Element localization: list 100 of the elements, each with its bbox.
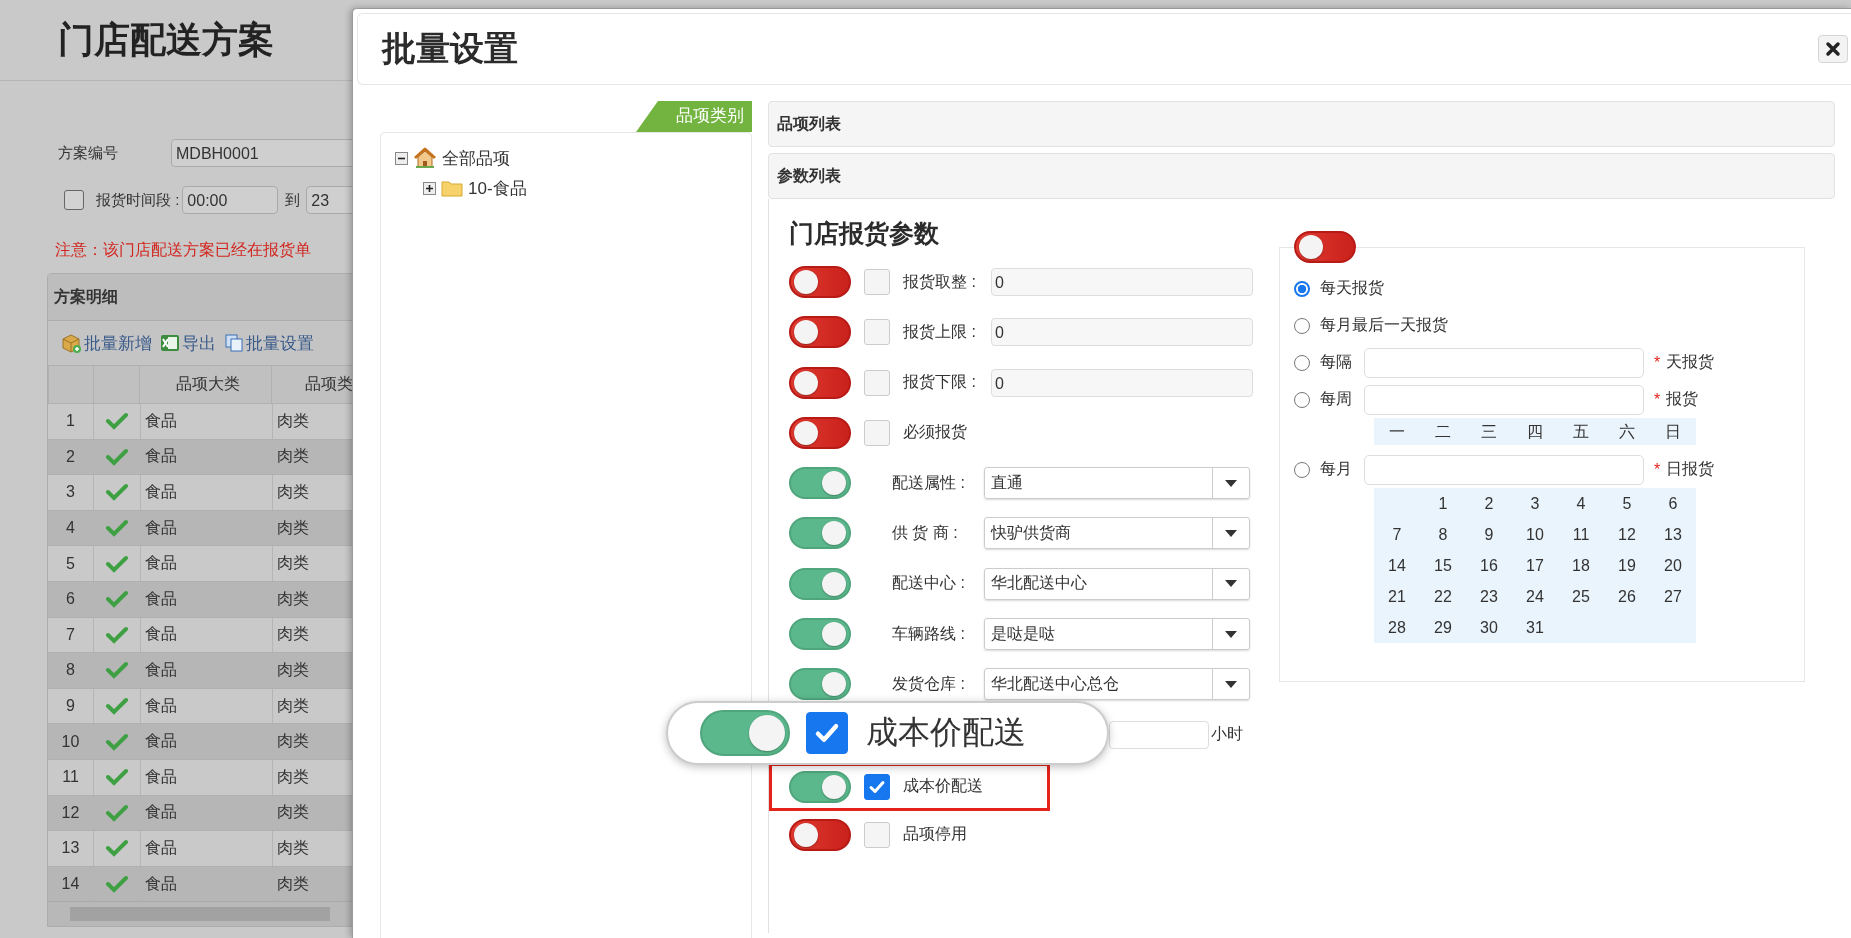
radio-button[interactable] <box>1294 280 1310 297</box>
row-number: 13 <box>60 838 81 859</box>
field-label: 配送中心 : <box>892 573 966 594</box>
toggle-switch[interactable] <box>789 770 851 803</box>
input-field[interactable]: 0 <box>991 368 1253 397</box>
day-cell[interactable]: 22 <box>1420 581 1466 612</box>
toggle-switch[interactable] <box>789 316 851 349</box>
field-label: 车辆路线 : <box>892 623 966 644</box>
dropdown[interactable]: 快驴供货商 <box>984 517 1250 550</box>
toolbar-button[interactable]: 导出 <box>160 331 216 355</box>
day-cell[interactable]: 18 <box>1558 550 1604 581</box>
weekday-cell[interactable]: 二 <box>1420 418 1466 445</box>
day-cell[interactable]: 29 <box>1420 612 1466 643</box>
day-cell[interactable]: 7 <box>1374 519 1420 550</box>
day-cell[interactable]: 6 <box>1650 488 1696 519</box>
toggle-switch[interactable] <box>789 517 851 550</box>
day-cell[interactable]: 12 <box>1604 519 1650 550</box>
toggle-switch[interactable] <box>789 366 851 399</box>
day-cell[interactable]: 19 <box>1604 550 1650 581</box>
input-field[interactable] <box>1364 384 1644 415</box>
toggle-switch[interactable] <box>789 567 851 600</box>
checkbox[interactable] <box>64 190 84 210</box>
spreadsheet-icon <box>160 333 180 353</box>
input-field[interactable] <box>1109 720 1209 749</box>
checkbox[interactable] <box>864 773 890 800</box>
dropdown[interactable]: 是哒是哒 <box>984 618 1250 651</box>
day-cell[interactable]: 15 <box>1420 550 1466 581</box>
day-cell[interactable]: 1 <box>1420 488 1466 519</box>
dropdown[interactable]: 直通 <box>984 467 1250 500</box>
dropdown[interactable]: 华北配送中心 <box>984 567 1250 600</box>
input-field[interactable] <box>1364 454 1644 485</box>
option-label: 每周 <box>1320 389 1353 409</box>
caret-icon <box>1225 479 1237 487</box>
day-cell[interactable]: 11 <box>1558 519 1604 550</box>
weekday-cell[interactable]: 六 <box>1604 418 1650 445</box>
section-header[interactable]: 参数列表 <box>768 153 1835 199</box>
day-cell[interactable]: 16 <box>1466 550 1512 581</box>
collapse-icon[interactable] <box>395 151 408 165</box>
row-number: 4 <box>65 518 76 539</box>
toggle-switch[interactable] <box>789 818 851 851</box>
day-cell[interactable]: 17 <box>1512 550 1558 581</box>
day-cell[interactable]: 2 <box>1466 488 1512 519</box>
toolbar-button[interactable]: 批量设置 <box>224 331 314 355</box>
table-cell: 食品 <box>140 546 272 581</box>
section-header[interactable]: 品项列表 <box>768 101 1835 147</box>
day-cell[interactable]: 30 <box>1466 612 1512 643</box>
day-cell[interactable]: 14 <box>1374 550 1420 581</box>
toggle-switch[interactable] <box>700 710 790 756</box>
row-number: 6 <box>65 589 76 610</box>
day-cell[interactable]: 26 <box>1604 581 1650 612</box>
day-cell[interactable]: 25 <box>1558 581 1604 612</box>
day-cell[interactable]: 5 <box>1604 488 1650 519</box>
weekday-cell[interactable]: 四 <box>1512 418 1558 445</box>
weekday-cell[interactable]: 日 <box>1650 418 1696 445</box>
day-cell[interactable]: 31 <box>1512 612 1558 643</box>
weekday-cell[interactable]: 五 <box>1558 418 1604 445</box>
day-cell[interactable]: 4 <box>1558 488 1604 519</box>
table-cell: 食品 <box>140 581 272 617</box>
toggle-switch[interactable] <box>789 668 851 701</box>
day-cell[interactable]: 9 <box>1466 519 1512 550</box>
weekday-cell[interactable]: 一 <box>1374 418 1420 445</box>
toggle-switch[interactable] <box>789 618 851 651</box>
toggle-switch[interactable] <box>789 266 851 298</box>
checkbox[interactable] <box>806 712 848 754</box>
field-label: 配送属性 : <box>892 472 966 493</box>
day-cell[interactable]: 28 <box>1374 612 1420 643</box>
expand-icon[interactable] <box>423 181 436 195</box>
weekday-cell[interactable]: 三 <box>1466 418 1512 445</box>
option-label: 每隔 <box>1320 352 1353 372</box>
input-field[interactable]: MDBH0001 <box>171 139 352 167</box>
day-cell[interactable]: 10 <box>1512 519 1558 550</box>
row-number: 8 <box>65 660 76 681</box>
day-cell[interactable]: 13 <box>1650 519 1696 550</box>
input-field[interactable]: 0 <box>991 268 1253 296</box>
dropdown[interactable]: 华北配送中心总仓 <box>984 668 1250 701</box>
day-cell[interactable]: 24 <box>1512 581 1558 612</box>
close-button[interactable] <box>1818 35 1848 63</box>
option-label: 品项停用 <box>903 824 968 845</box>
toggle-switch[interactable] <box>789 467 851 500</box>
input-field[interactable]: 0 <box>991 318 1253 347</box>
required-mark: * <box>1654 390 1661 409</box>
toggle-switch[interactable] <box>789 416 851 449</box>
input-field[interactable]: 00:00 <box>182 186 279 214</box>
table-cell: 食品 <box>140 831 272 866</box>
day-cell[interactable]: 3 <box>1512 488 1558 519</box>
day-cell[interactable]: 20 <box>1650 550 1696 581</box>
horizontal-scrollbar[interactable] <box>48 901 352 927</box>
toggle-switch[interactable] <box>1294 231 1356 263</box>
toolbar-button[interactable]: 批量新增 <box>60 331 152 355</box>
field-label: 发货仓库 : <box>892 673 966 694</box>
table-cell: 食品 <box>140 404 272 439</box>
folder-icon <box>441 179 463 197</box>
input-field[interactable]: 23 <box>306 186 352 214</box>
tree-item[interactable]: 全部品项 <box>442 146 510 170</box>
input-field[interactable] <box>1364 347 1644 378</box>
day-cell[interactable]: 23 <box>1466 581 1512 612</box>
day-cell[interactable]: 8 <box>1420 519 1466 550</box>
day-cell[interactable]: 27 <box>1650 581 1696 612</box>
tree-item[interactable]: 10-食品 <box>468 176 527 200</box>
day-cell[interactable]: 21 <box>1374 581 1420 612</box>
